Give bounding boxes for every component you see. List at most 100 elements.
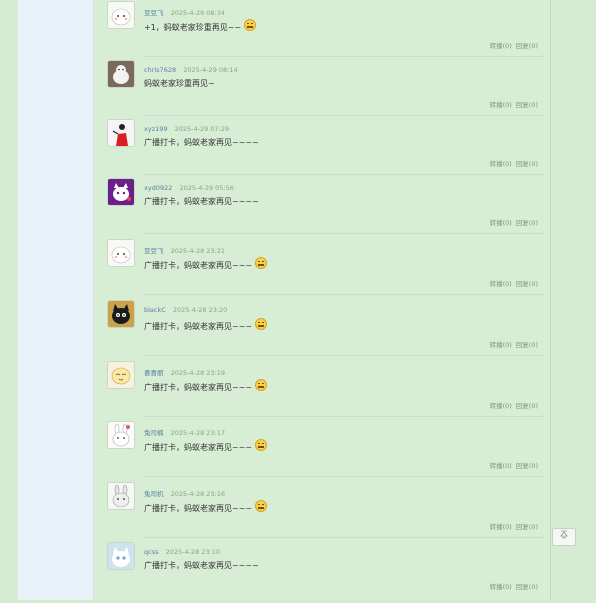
- timestamp: 2025-4-28 23:17: [170, 429, 226, 437]
- avatar[interactable]: [108, 543, 134, 569]
- avatar[interactable]: [108, 301, 134, 327]
- reply-link[interactable]: 回复(0): [516, 160, 538, 168]
- avatar[interactable]: [108, 120, 134, 146]
- divider: [144, 537, 544, 538]
- grin-emoji-icon: [255, 439, 268, 451]
- reply-link[interactable]: 回复(0): [516, 341, 538, 349]
- avatar[interactable]: [108, 2, 134, 28]
- avatar[interactable]: [108, 483, 134, 509]
- comment-item: 豆豆飞 2025-4-29 08:34 +1，蚂蚁老家珍重再见~~ 转播(0) 回…: [108, 2, 544, 62]
- comment-text: 广播打卡，蚂蚁老家再见~~~~: [144, 137, 259, 148]
- timestamp: 2025-4-29 08:14: [183, 66, 238, 74]
- divider: [144, 476, 544, 477]
- username[interactable]: 喜喜丽: [144, 369, 164, 377]
- comment-actions: 转播(0) 回复(0): [490, 99, 538, 109]
- comment-body: 广播打卡，蚂蚁老家再见~~~: [144, 443, 253, 452]
- avatar[interactable]: [108, 240, 134, 266]
- avatar[interactable]: [108, 362, 134, 388]
- comment-actions: 转播(0) 回复(0): [490, 158, 538, 168]
- username[interactable]: 兔司机: [144, 490, 164, 498]
- timestamp: 2025-4-28 23:20: [172, 306, 228, 314]
- avatar[interactable]: [108, 179, 134, 205]
- reply-link[interactable]: 回复(0): [516, 42, 538, 50]
- comment-text: +1，蚂蚁老家珍重再见~~: [144, 19, 257, 33]
- forward-link[interactable]: 转播(0): [490, 219, 512, 227]
- left-margin: [0, 0, 18, 600]
- username[interactable]: blackC: [144, 306, 166, 314]
- username[interactable]: xyd0922: [144, 184, 172, 192]
- avatar[interactable]: [108, 61, 134, 87]
- comment-meta: 兔司机 2025-4-28 23:16: [144, 488, 225, 498]
- reply-link[interactable]: 回复(0): [516, 523, 538, 531]
- forward-link[interactable]: 转播(0): [490, 101, 512, 109]
- reply-link[interactable]: 回复(0): [516, 583, 538, 591]
- back-to-top-icon: [559, 530, 569, 542]
- comment-body: 广播打卡，蚂蚁老家再见~~~~: [144, 197, 259, 206]
- comment-meta: xyd0922 2025-4-29 05:56: [144, 184, 234, 192]
- comment-actions: 转播(0) 回复(0): [490, 400, 538, 410]
- comment-meta: 豆豆飞 2025-4-29 08:34: [144, 7, 225, 17]
- comment-actions: 转播(0) 回复(0): [490, 581, 538, 591]
- reply-link[interactable]: 回复(0): [516, 280, 538, 288]
- comment-actions: 转播(0) 回复(0): [490, 278, 538, 288]
- grin-emoji-icon: [244, 19, 257, 31]
- comment-meta: 喜喜丽 2025-4-28 23:19: [144, 367, 225, 377]
- comment-text: 广播打卡，蚂蚁老家再见~~~~: [144, 560, 259, 571]
- divider: [144, 416, 544, 417]
- comment-item: 兔司机 2025-4-28 23:16 广播打卡，蚂蚁老家再见~~~ 转播(0)…: [108, 483, 544, 543]
- username[interactable]: chris7628: [144, 66, 176, 74]
- comment-actions: 转播(0) 回复(0): [490, 40, 538, 50]
- username[interactable]: 豆豆飞: [144, 247, 164, 255]
- comment-item: blackC 2025-4-28 23:20 广播打卡，蚂蚁老家再见~~~ 转播…: [108, 301, 544, 361]
- divider: [144, 233, 544, 234]
- back-to-top-button[interactable]: [552, 528, 576, 546]
- comment-item: qcss 2025-4-28 23:10 广播打卡，蚂蚁老家再见~~~~ 转播(…: [108, 543, 544, 603]
- comment-body: 广播打卡，蚂蚁老家再见~~~: [144, 322, 253, 331]
- comment-text: 广播打卡，蚂蚁老家再见~~~: [144, 257, 268, 271]
- comment-body: 广播打卡，蚂蚁老家再见~~~~: [144, 138, 259, 147]
- reply-link[interactable]: 回复(0): [516, 101, 538, 109]
- username[interactable]: qcss: [144, 548, 158, 556]
- timestamp: 2025-4-28 23:10: [165, 548, 220, 556]
- comment-item: xyz199 2025-4-29 07:29 广播打卡，蚂蚁老家再见~~~~ 转…: [108, 120, 544, 180]
- forward-link[interactable]: 转播(0): [490, 462, 512, 470]
- comment-item: 豆豆飞 2025-4-28 23:21 广播打卡，蚂蚁老家再见~~~ 转播(0)…: [108, 240, 544, 300]
- comment-actions: 转播(0) 回复(0): [490, 460, 538, 470]
- forward-link[interactable]: 转播(0): [490, 160, 512, 168]
- timestamp: 2025-4-28 23:21: [170, 247, 226, 255]
- forward-link[interactable]: 转播(0): [490, 523, 512, 531]
- forward-link[interactable]: 转播(0): [490, 42, 512, 50]
- comment-body: 广播打卡，蚂蚁老家再见~~~: [144, 261, 253, 270]
- comment-text: 广播打卡，蚂蚁老家再见~~~: [144, 379, 268, 393]
- forward-link[interactable]: 转播(0): [490, 583, 512, 591]
- reply-link[interactable]: 回复(0): [516, 402, 538, 410]
- grin-emoji-icon: [255, 379, 268, 391]
- forward-link[interactable]: 转播(0): [490, 402, 512, 410]
- comment-body: 广播打卡，蚂蚁老家再见~~~: [144, 383, 253, 392]
- username[interactable]: 兔司楠: [144, 429, 164, 437]
- comment-body: 广播打卡，蚂蚁老家再见~~~~: [144, 561, 259, 570]
- comment-meta: chris7628 2025-4-29 08:14: [144, 66, 238, 74]
- timestamp: 2025-4-29 07:29: [174, 125, 230, 133]
- comment-text: 广播打卡，蚂蚁老家再见~~~: [144, 500, 268, 514]
- comment-text: 广播打卡，蚂蚁老家再见~~~~: [144, 196, 259, 207]
- grin-emoji-icon: [255, 318, 268, 330]
- comment-text: 广播打卡，蚂蚁老家再见~~~: [144, 439, 268, 453]
- avatar[interactable]: [108, 422, 134, 448]
- username[interactable]: 豆豆飞: [144, 9, 164, 17]
- username[interactable]: xyz199: [144, 125, 168, 133]
- forward-link[interactable]: 转播(0): [490, 280, 512, 288]
- grin-emoji-icon: [255, 500, 268, 512]
- comment-meta: 兔司楠 2025-4-28 23:17: [144, 427, 225, 437]
- divider: [144, 56, 544, 57]
- comment-text: 蚂蚁老家珍重再见~: [144, 78, 215, 89]
- divider: [144, 294, 544, 295]
- reply-link[interactable]: 回复(0): [516, 462, 538, 470]
- comment-item: chris7628 2025-4-29 08:14 蚂蚁老家珍重再见~ 转播(0…: [108, 61, 544, 121]
- comment-feed: 豆豆飞 2025-4-29 08:34 +1，蚂蚁老家珍重再见~~ 转播(0) 回…: [94, 0, 551, 600]
- comment-meta: blackC 2025-4-28 23:20: [144, 306, 227, 314]
- forward-link[interactable]: 转播(0): [490, 341, 512, 349]
- reply-link[interactable]: 回复(0): [516, 219, 538, 227]
- comment-meta: 豆豆飞 2025-4-28 23:21: [144, 245, 225, 255]
- timestamp: 2025-4-29 08:34: [170, 9, 226, 17]
